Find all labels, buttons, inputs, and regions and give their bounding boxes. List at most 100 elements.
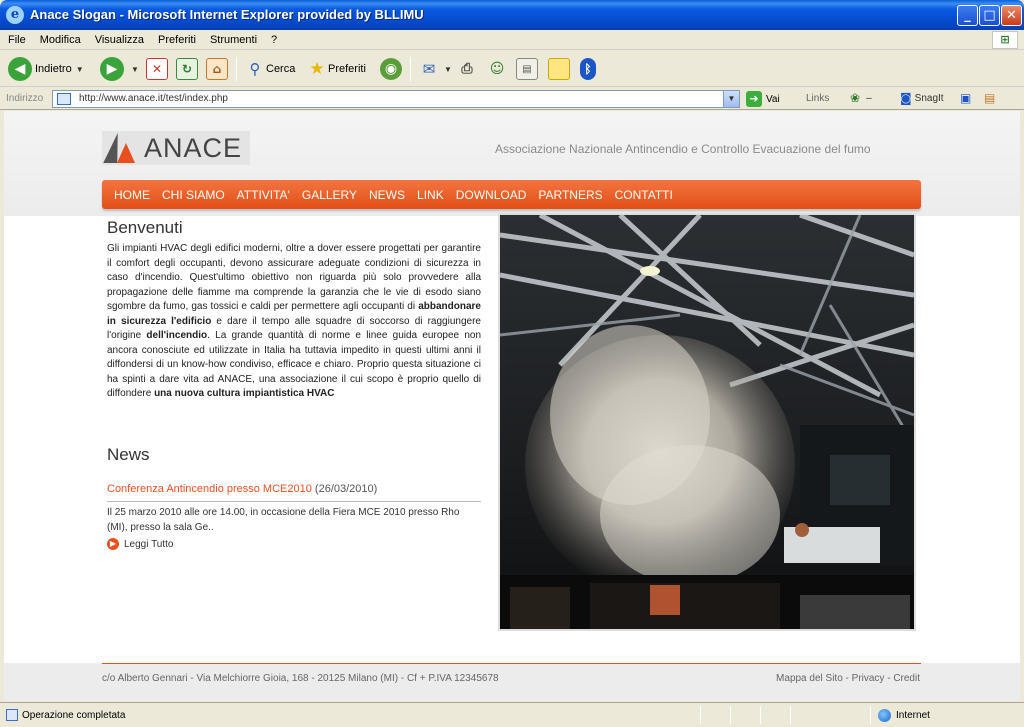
nav-chi-siamo[interactable]: CHI SIAMO [162,188,225,202]
forward-arrow-icon: ▶ [100,57,124,81]
capture-window-button[interactable]: ▤ [984,91,995,105]
refresh-button[interactable]: ↻ [176,56,198,82]
chevron-down-icon[interactable]: ▼ [76,65,84,74]
menu-tools[interactable]: Strumenti [202,31,263,46]
footer-address: c/o Alberto Gennari - Via Melchiorre Gio… [102,673,499,684]
maximize-button[interactable]: □ [979,5,1000,26]
security-zone[interactable]: Internet [878,709,930,722]
windows-logo-icon: ⊞ [992,31,1018,49]
welcome-heading: Benvenuti [107,218,183,237]
mail-button[interactable]: ✉ ▼ [418,56,452,82]
news-item-body: Il 25 marzo 2010 alle ore 14.00, in occa… [107,507,460,533]
close-button[interactable]: ✕ [1001,5,1022,26]
status-label: Operazione completata [22,709,126,721]
news-title-link[interactable]: Conferenza Antincendio presso MCE2010 [107,483,312,495]
main-nav: HOME CHI SIAMO ATTIVITA' GALLERY NEWS LI… [102,180,921,209]
nav-attivita[interactable]: ATTIVITA' [237,188,290,202]
media-button[interactable]: ◉ [380,56,405,82]
research-icon: ▤ [516,58,538,80]
read-more-label: Leggi Tutto [124,538,174,550]
snagit-button[interactable]: ◙ SnagIt [900,91,944,105]
chevron-down-icon[interactable]: ▼ [131,65,139,74]
translate-icon: ❀ [850,91,861,105]
home-icon: ⌂ [206,58,228,80]
minimize-button[interactable]: _ [957,5,978,26]
site-slogan: Associazione Nazionale Antincendio e Con… [495,142,871,156]
menu-help[interactable]: ? [263,31,283,46]
back-button[interactable]: ◀ Indietro ▼ [8,56,84,82]
address-label: Indirizzo [6,93,44,104]
window-titlebar[interactable]: e Anace Slogan - Microsoft Internet Expl… [0,0,1024,30]
site-header: ANACE Associazione Nazionale Antincendio… [4,111,1020,216]
home-button[interactable]: ⌂ [206,56,228,82]
favorites-button[interactable]: ★ Preferiti [306,56,366,82]
news-heading: News [107,445,150,464]
search-icon: ⚲ [249,60,261,78]
go-arrow-icon: ➜ [746,91,762,107]
links-button[interactable]: Links [806,93,829,104]
go-button[interactable]: ➜ Vai [746,91,780,107]
chevron-down-icon[interactable]: ▼ [444,65,452,74]
search-button[interactable]: ⚲ Cerca [244,56,296,82]
menu-favorites[interactable]: Preferiti [150,31,202,46]
address-url: http://www.anace.it/test/index.php [79,93,228,104]
nav-news[interactable]: NEWS [369,188,405,202]
nav-contatti[interactable]: CONTATTI [615,188,673,202]
notes-button[interactable] [548,56,570,82]
menu-view[interactable]: Visualizza [87,31,150,46]
browser-viewport: ANACE Associazione Nazionale Antincendio… [4,111,1020,701]
chevron-down-icon[interactable]: ▼ [723,91,739,107]
research-button[interactable]: ▤ [516,56,538,82]
go-label: Vai [766,93,780,105]
stop-button[interactable]: ✕ [146,56,168,82]
nav-partners[interactable]: PARTNERS [538,188,602,202]
messenger-icon: ☺ [489,61,505,77]
mail-icon: ✉ [422,60,436,78]
back-label: Indietro [35,63,72,75]
nav-home[interactable]: HOME [114,188,150,202]
status-bar: Operazione completata Internet [0,702,1024,727]
media-icon: ◉ [380,58,402,80]
capture-button[interactable]: ▣ [960,91,971,105]
note-icon [548,58,570,80]
dropdown-icon[interactable]: – [866,93,872,104]
bluetooth-button[interactable]: ᛒ [580,56,596,82]
globe-icon [878,709,891,722]
read-more-link[interactable]: ▶ Leggi Tutto [107,538,173,550]
refresh-icon: ↻ [176,58,198,80]
forward-button[interactable]: ▶ ▼ [100,56,139,82]
news-item-title[interactable]: Conferenza Antincendio presso MCE2010 (2… [107,483,481,502]
ie-icon: e [6,6,24,24]
smoke-test-photo [498,213,916,631]
nav-gallery[interactable]: GALLERY [302,188,357,202]
translate-button[interactable]: ❀ – [850,91,872,105]
stop-icon: ✕ [146,58,168,80]
logo-text: ANACE [144,132,243,163]
search-label: Cerca [266,63,296,75]
welcome-text: Gli impianti HVAC degli edifici moderni,… [107,243,482,399]
snagit-icon: ◙ [900,91,912,105]
star-icon: ★ [309,59,325,79]
back-arrow-icon: ◀ [8,57,32,81]
bluetooth-icon: ᛒ [580,58,596,80]
footer-links[interactable]: Mappa del Sito - Privacy - Credit [776,673,920,684]
printer-icon: ⎙ [461,61,473,77]
page-content: Benvenuti Gli impianti HVAC degli edific… [4,213,1020,661]
menu-bar: File Modifica Visualizza Preferiti Strumenti… [0,30,1024,50]
address-input[interactable]: http://www.anace.it/test/index.php ▼ [52,90,740,108]
menu-edit[interactable]: Modifica [32,31,87,46]
capture-icon: ▣ [960,91,972,105]
status-text: Operazione completata [6,709,125,721]
site-footer: c/o Alberto Gennari - Via Melchiorre Gio… [4,663,1020,701]
nav-download[interactable]: DOWNLOAD [456,188,527,202]
window-title: Anace Slogan - Microsoft Internet Explor… [30,7,424,22]
page-icon [57,93,71,105]
print-button[interactable]: ⎙ [456,56,478,82]
toolbar: ◀ Indietro ▼ ▶ ▼ ✕ ↻ ⌂ ⚲ Cerca ★ Preferi… [0,51,1024,87]
menu-file[interactable]: File [0,31,32,46]
arrow-right-icon: ▶ [107,538,119,550]
site-logo[interactable]: ANACE [102,131,250,165]
nav-link[interactable]: LINK [417,188,444,202]
news-date: (26/03/2010) [314,483,378,495]
messenger-button[interactable]: ☺ [486,56,508,82]
